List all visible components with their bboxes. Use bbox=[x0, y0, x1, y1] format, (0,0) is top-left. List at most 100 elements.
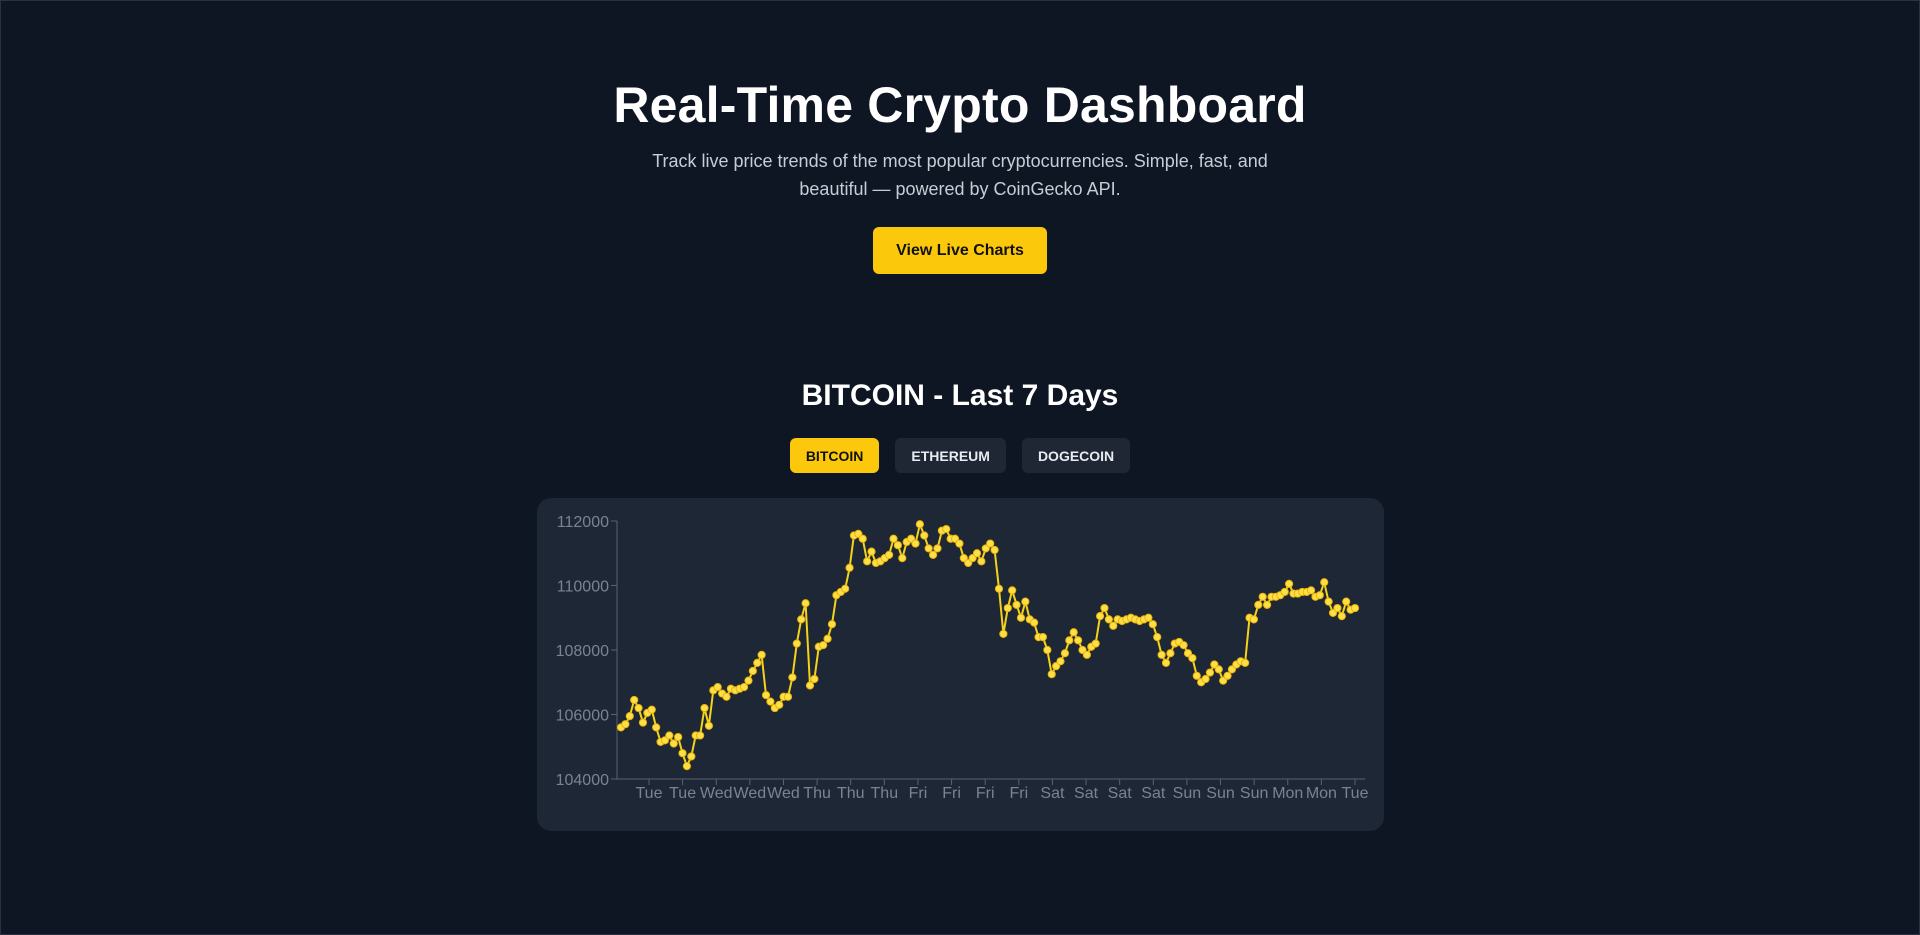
price-point bbox=[1021, 597, 1030, 606]
x-tick-label: Fri bbox=[1009, 785, 1028, 802]
price-point bbox=[889, 534, 898, 543]
price-point bbox=[1205, 668, 1215, 677]
price-line bbox=[620, 523, 1356, 768]
price-point bbox=[783, 692, 793, 701]
price-point bbox=[630, 695, 639, 705]
price-point bbox=[1214, 665, 1223, 674]
price-point bbox=[1074, 636, 1083, 645]
x-tick-label: Fri bbox=[942, 785, 961, 802]
coin-tabs: BITCOIN ETHEREUM DOGECOIN bbox=[1, 438, 1919, 473]
price-point bbox=[788, 673, 797, 682]
price-point bbox=[1315, 591, 1324, 600]
price-point bbox=[713, 682, 722, 692]
price-point bbox=[1157, 650, 1166, 659]
view-live-charts-button[interactable]: View Live Charts bbox=[873, 227, 1047, 274]
price-point bbox=[1056, 657, 1065, 666]
price-point bbox=[1065, 636, 1074, 645]
price-point bbox=[1306, 586, 1316, 595]
x-tick-label: Sat bbox=[1108, 785, 1133, 802]
price-point bbox=[1016, 613, 1026, 622]
price-point bbox=[1153, 633, 1162, 642]
price-point bbox=[1262, 600, 1272, 609]
x-tick-label: Wed bbox=[734, 785, 767, 802]
price-point bbox=[625, 712, 634, 721]
price-point bbox=[1091, 639, 1100, 648]
y-tick-label: 106000 bbox=[556, 708, 609, 725]
price-point bbox=[928, 550, 938, 559]
x-tick-label: Sat bbox=[1040, 785, 1065, 802]
price-point bbox=[744, 676, 753, 685]
price-point bbox=[994, 584, 1004, 593]
x-tick-label: Fri bbox=[909, 785, 928, 802]
price-point bbox=[841, 584, 850, 593]
price-point bbox=[1284, 579, 1294, 588]
y-tick-label: 110000 bbox=[557, 579, 609, 596]
price-point bbox=[1350, 603, 1360, 613]
price-point bbox=[933, 544, 942, 553]
price-point bbox=[1043, 645, 1052, 655]
x-tick-label: Mon bbox=[1272, 785, 1303, 802]
price-point bbox=[1320, 578, 1329, 587]
price-point bbox=[863, 557, 872, 566]
price-point bbox=[990, 545, 999, 555]
x-tick-label: Thu bbox=[803, 785, 831, 802]
price-point bbox=[858, 534, 867, 543]
tab-dogecoin[interactable]: DOGECOIN bbox=[1021, 438, 1131, 473]
price-point bbox=[638, 718, 648, 727]
price-point bbox=[665, 731, 674, 740]
price-point bbox=[1161, 658, 1171, 667]
price-point bbox=[739, 682, 749, 692]
price-point bbox=[1095, 612, 1105, 621]
price-point bbox=[761, 691, 771, 700]
price-point bbox=[652, 723, 661, 732]
x-tick-label: Wed bbox=[700, 785, 733, 802]
price-point bbox=[1241, 658, 1250, 667]
price-point bbox=[819, 641, 828, 650]
x-tick-label: Tue bbox=[669, 785, 696, 802]
price-point bbox=[1060, 649, 1070, 658]
price-point bbox=[810, 674, 819, 684]
price-point bbox=[1109, 621, 1118, 630]
price-point bbox=[801, 599, 810, 608]
price-point bbox=[1104, 615, 1113, 624]
x-tick-label: Sun bbox=[1206, 785, 1234, 802]
price-point bbox=[669, 739, 678, 748]
price-point bbox=[977, 557, 986, 566]
y-tick-label: 112000 bbox=[557, 514, 609, 531]
price-point bbox=[1223, 671, 1232, 680]
price-point bbox=[999, 629, 1008, 638]
x-tick-label: Sun bbox=[1173, 785, 1201, 802]
price-point bbox=[898, 553, 907, 563]
x-tick-label: Fri bbox=[976, 785, 995, 802]
price-point bbox=[674, 732, 683, 742]
page-title: Real-Time Crypto Dashboard bbox=[613, 77, 1307, 133]
price-point bbox=[704, 721, 714, 730]
price-point bbox=[1254, 600, 1263, 609]
page: Real-Time Crypto Dashboard Track live pr… bbox=[0, 0, 1920, 935]
chart-heading: BITCOIN - Last 7 Days bbox=[801, 379, 1119, 412]
price-point bbox=[986, 539, 995, 548]
tab-ethereum[interactable]: ETHEREUM bbox=[895, 438, 1006, 473]
price-point bbox=[797, 615, 806, 624]
price-point bbox=[1038, 633, 1048, 642]
x-tick-label: Wed bbox=[767, 785, 800, 802]
price-point bbox=[647, 705, 656, 714]
tab-bitcoin[interactable]: BITCOIN bbox=[789, 438, 880, 473]
hero-subtitle: Track live price trends of the most popu… bbox=[652, 151, 1268, 199]
price-point bbox=[942, 524, 951, 534]
x-tick-label: Sat bbox=[1141, 785, 1166, 802]
price-point bbox=[722, 692, 731, 701]
price-point bbox=[766, 697, 775, 706]
price-point bbox=[700, 703, 709, 713]
price-point bbox=[1342, 597, 1351, 606]
price-point bbox=[885, 550, 894, 559]
x-tick-label: Thu bbox=[871, 785, 899, 802]
price-point bbox=[678, 749, 687, 758]
price-point bbox=[1144, 613, 1153, 622]
price-point bbox=[634, 703, 643, 713]
price-point bbox=[621, 720, 630, 729]
price-point bbox=[1249, 615, 1259, 624]
price-point bbox=[823, 634, 832, 643]
x-tick-label: Sun bbox=[1240, 785, 1268, 802]
price-point bbox=[955, 539, 964, 548]
